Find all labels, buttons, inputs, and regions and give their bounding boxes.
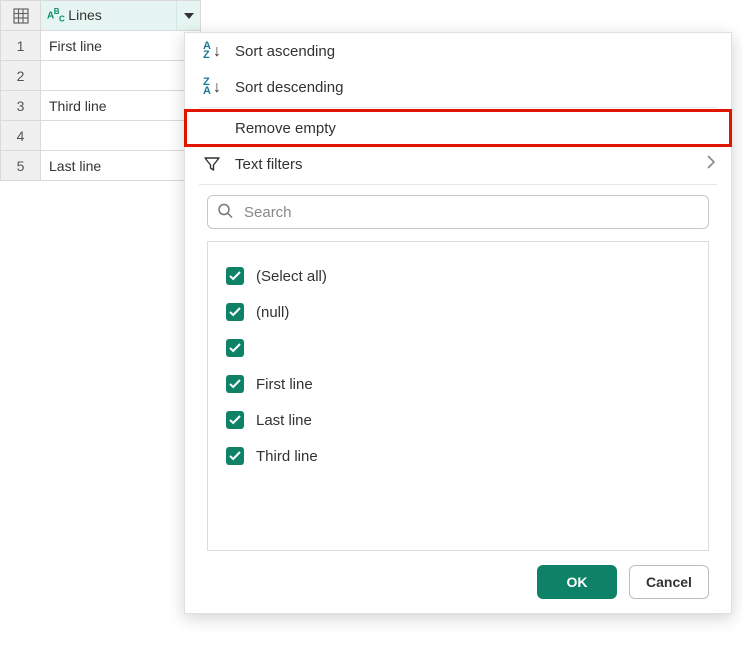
checkbox-checked-icon[interactable] bbox=[226, 303, 244, 321]
menu-divider bbox=[199, 107, 717, 108]
cell-value[interactable]: Third line bbox=[41, 91, 201, 121]
row-number[interactable]: 3 bbox=[1, 91, 41, 121]
menu-label: Text filters bbox=[235, 156, 303, 173]
row-number[interactable]: 1 bbox=[1, 31, 41, 61]
menu-label: Sort descending bbox=[235, 79, 343, 96]
chevron-right-icon bbox=[707, 155, 715, 173]
checkbox-checked-icon[interactable] bbox=[226, 375, 244, 393]
sort-ascending-icon: AZ↓ bbox=[201, 42, 223, 60]
menu-remove-empty[interactable]: Remove empty bbox=[185, 110, 731, 146]
table-corner-icon[interactable] bbox=[1, 1, 41, 31]
table-row[interactable]: 1First line bbox=[1, 31, 201, 61]
checkbox-checked-icon[interactable] bbox=[226, 447, 244, 465]
table-row[interactable]: 5Last line bbox=[1, 151, 201, 181]
sort-descending-icon: ZA↓ bbox=[201, 78, 223, 96]
checkbox-checked-icon[interactable] bbox=[226, 339, 244, 357]
filter-value-item[interactable]: First line bbox=[226, 366, 690, 402]
filter-value-label: (null) bbox=[256, 304, 289, 321]
flyout-footer: OK Cancel bbox=[185, 551, 731, 599]
menu-sort-descending[interactable]: ZA↓ Sort descending bbox=[185, 69, 731, 105]
filter-value-list: (Select all) (null) First line Last line Thi… bbox=[207, 241, 709, 551]
funnel-icon bbox=[201, 155, 223, 173]
filter-value-label: (Select all) bbox=[256, 268, 327, 285]
filter-value-label: First line bbox=[256, 376, 313, 393]
menu-sort-ascending[interactable]: AZ↓ Sort ascending bbox=[185, 33, 731, 69]
filter-value-item[interactable]: (null) bbox=[226, 294, 690, 330]
column-filter-flyout: AZ↓ Sort ascending ZA↓ Sort descending R… bbox=[184, 32, 732, 614]
column-name: Lines bbox=[68, 7, 101, 23]
ok-button[interactable]: OK bbox=[537, 565, 617, 599]
filter-search bbox=[207, 195, 709, 229]
menu-text-filters[interactable]: Text filters bbox=[185, 146, 731, 182]
row-number[interactable]: 2 bbox=[1, 61, 41, 91]
menu-divider bbox=[199, 184, 717, 185]
filter-value-item[interactable]: (Select all) bbox=[226, 258, 690, 294]
filter-value-item[interactable]: Third line bbox=[226, 438, 690, 474]
menu-label: Remove empty bbox=[235, 120, 336, 137]
cancel-button[interactable]: Cancel bbox=[629, 565, 709, 599]
table-row[interactable]: 2 bbox=[1, 61, 201, 91]
column-header-lines[interactable]: ABC Lines bbox=[41, 1, 201, 31]
cell-value[interactable] bbox=[41, 121, 201, 151]
cell-value[interactable]: First line bbox=[41, 31, 201, 61]
cell-value[interactable] bbox=[41, 61, 201, 91]
table-row[interactable]: 3Third line bbox=[1, 91, 201, 121]
column-filter-dropdown-button[interactable] bbox=[176, 1, 200, 30]
filter-value-item[interactable]: Last line bbox=[226, 402, 690, 438]
row-number[interactable]: 5 bbox=[1, 151, 41, 181]
table-row[interactable]: 4 bbox=[1, 121, 201, 151]
checkbox-checked-icon[interactable] bbox=[226, 411, 244, 429]
filter-value-item[interactable] bbox=[226, 330, 690, 366]
row-number[interactable]: 4 bbox=[1, 121, 41, 151]
checkbox-checked-icon[interactable] bbox=[226, 267, 244, 285]
filter-search-input[interactable] bbox=[207, 195, 709, 229]
data-grid: ABC Lines 1First line23Third line45Last … bbox=[0, 0, 201, 181]
filter-value-label: Last line bbox=[256, 412, 312, 429]
search-icon bbox=[217, 203, 233, 222]
filter-value-label: Third line bbox=[256, 448, 318, 465]
cell-value[interactable]: Last line bbox=[41, 151, 201, 181]
datatype-text-icon: ABC bbox=[47, 7, 64, 23]
menu-label: Sort ascending bbox=[235, 43, 335, 60]
